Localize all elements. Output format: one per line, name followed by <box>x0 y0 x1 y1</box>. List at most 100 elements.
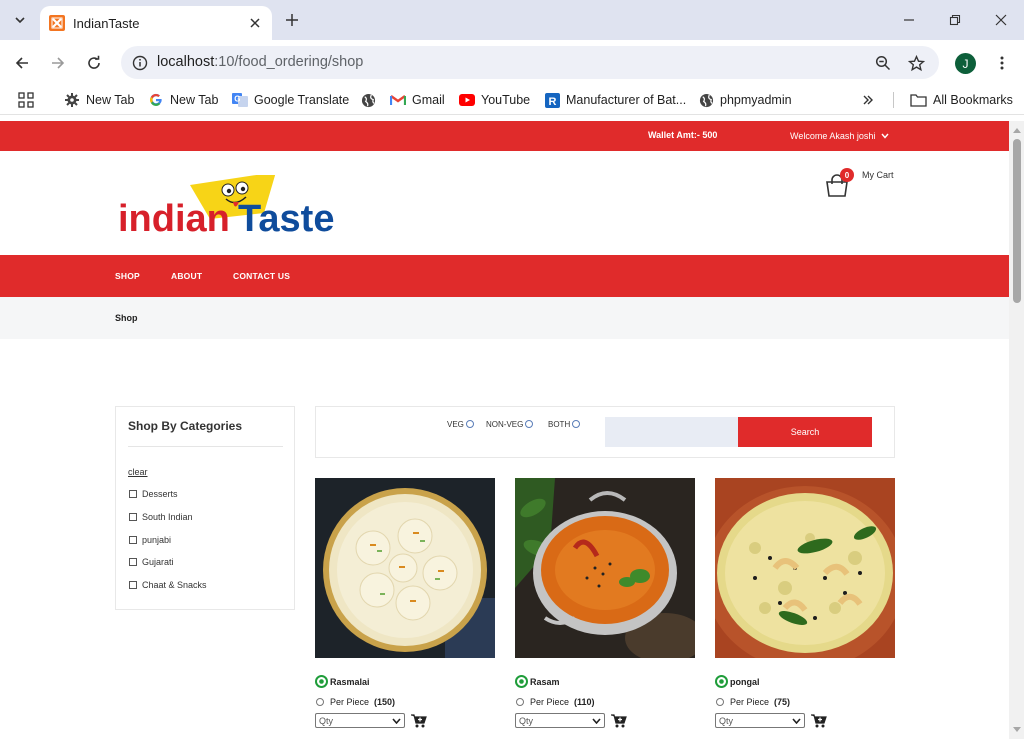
filter-both[interactable]: BOTH <box>548 419 581 429</box>
add-to-cart-icon[interactable] <box>611 713 627 728</box>
logo-text-taste: Taste <box>238 198 334 240</box>
category-checkbox[interactable] <box>129 558 137 566</box>
close-icon <box>250 18 260 28</box>
browser-tabstrip: IndianTaste <box>0 0 1024 40</box>
filter-veg-radio[interactable] <box>465 419 474 428</box>
scroll-down-arrow-icon[interactable] <box>1013 727 1021 732</box>
category-desserts[interactable]: Desserts <box>129 489 178 499</box>
globe-icon <box>698 92 714 108</box>
new-tab-button[interactable] <box>282 10 302 30</box>
price-value: (75) <box>774 697 791 707</box>
bookmarks-overflow-button[interactable] <box>862 90 874 110</box>
browser-menu-button[interactable] <box>992 52 1012 74</box>
clear-filters-link[interactable]: clear <box>128 467 148 477</box>
tab-search-button[interactable] <box>7 8 33 32</box>
minimize-button[interactable] <box>896 8 922 32</box>
bookmark-label: New Tab <box>86 93 135 107</box>
category-gujarati[interactable]: Gujarati <box>129 557 174 567</box>
cart-button[interactable]: 0 My Cart <box>824 168 904 198</box>
site-logo[interactable]: indian Taste <box>118 172 348 245</box>
restore-button[interactable] <box>942 8 968 32</box>
zoom-button[interactable] <box>873 53 893 73</box>
site-info-icon[interactable] <box>130 53 150 73</box>
product-image-pongal[interactable] <box>715 478 895 658</box>
reload-icon <box>88 55 100 69</box>
tab-close-button[interactable] <box>246 14 264 32</box>
search-input[interactable] <box>605 417 739 447</box>
category-sidebar: Shop By Categories clear Desserts South … <box>115 406 295 610</box>
kebab-menu-icon <box>1000 56 1004 70</box>
browser-tab-active[interactable]: IndianTaste <box>40 6 272 40</box>
qty-row: Qty <box>315 713 427 728</box>
back-button[interactable] <box>9 50 35 76</box>
filter-nonveg[interactable]: NON-VEG <box>486 419 534 429</box>
bookmark-youtube[interactable]: YouTube <box>459 90 530 110</box>
add-to-cart-icon[interactable] <box>811 713 827 728</box>
price-value: (150) <box>374 697 396 707</box>
bookmark-label: Manufacturer of Bat... <box>566 93 687 107</box>
all-bookmarks-label: All Bookmarks <box>933 93 1013 107</box>
scrollbar-thumb[interactable] <box>1013 139 1021 303</box>
filter-nonveg-label: NON-VEG <box>486 420 524 429</box>
product-name-text[interactable]: Rasam <box>530 677 560 687</box>
price-option[interactable]: Per Piece (110) <box>515 697 595 707</box>
qty-select[interactable]: Qty <box>715 713 805 728</box>
search-button[interactable]: Search <box>738 417 872 447</box>
main-navbar: SHOP ABOUT CONTACT US <box>0 255 1009 297</box>
price-option[interactable]: Per Piece (150) <box>315 697 395 707</box>
chevron-down-icon <box>792 717 801 724</box>
product-image-rasmalai[interactable] <box>315 478 495 658</box>
category-checkbox[interactable] <box>129 490 137 498</box>
logo-text-indian: indian <box>118 198 230 240</box>
bookmark-google-translate[interactable]: G Google Translate <box>232 90 349 110</box>
bookmark-label: Gmail <box>412 93 445 107</box>
filter-both-radio[interactable] <box>572 419 581 428</box>
gmail-icon <box>390 92 406 108</box>
price-option[interactable]: Per Piece (75) <box>715 697 790 707</box>
product-name-text[interactable]: Rasmalai <box>330 677 370 687</box>
qty-placeholder: Qty <box>319 715 334 726</box>
qty-select[interactable]: Qty <box>515 713 605 728</box>
xampp-favicon-icon <box>49 15 65 31</box>
qty-select[interactable]: Qty <box>315 713 405 728</box>
category-checkbox[interactable] <box>129 513 137 521</box>
close-window-button[interactable] <box>988 8 1014 32</box>
category-chaat-snacks[interactable]: Chaat & Snacks <box>129 580 207 590</box>
page-viewport: Wallet Amt:- 500 Welcome Akash joshi ind… <box>0 121 1009 739</box>
bookmark-star-button[interactable] <box>906 53 926 73</box>
page-scrollbar[interactable] <box>1009 121 1024 739</box>
bookmark-globe[interactable] <box>360 90 382 110</box>
user-menu[interactable]: Welcome Akash joshi <box>790 131 889 141</box>
profile-avatar[interactable]: J <box>955 53 976 74</box>
bookmark-gmail[interactable]: Gmail <box>390 90 445 110</box>
forward-button[interactable] <box>45 50 71 76</box>
apps-button[interactable] <box>18 90 34 110</box>
price-radio[interactable] <box>716 698 724 706</box>
bookmark-label: New Tab <box>170 93 219 107</box>
category-checkbox[interactable] <box>129 536 137 544</box>
category-checkbox[interactable] <box>129 581 137 589</box>
filter-veg[interactable]: VEG <box>447 419 474 429</box>
address-bar[interactable]: localhost:10/food_ordering/shop <box>121 46 939 79</box>
category-south-indian[interactable]: South Indian <box>129 512 193 522</box>
bookmark-new-tab-2[interactable]: New Tab <box>148 90 218 110</box>
bookmark-new-tab-1[interactable]: New Tab <box>64 90 134 110</box>
product-name-text[interactable]: pongal <box>730 677 760 687</box>
reload-button[interactable] <box>81 50 107 76</box>
product-image-rasam[interactable] <box>515 478 695 658</box>
qty-row: Qty <box>715 713 827 728</box>
nav-about[interactable]: ABOUT <box>171 271 202 281</box>
price-radio[interactable] <box>316 698 324 706</box>
add-to-cart-icon[interactable] <box>411 713 427 728</box>
bookmark-phpmyadmin[interactable]: phpmyadmin <box>698 90 792 110</box>
nav-shop[interactable]: SHOP <box>115 271 140 281</box>
nav-contact[interactable]: CONTACT US <box>233 271 290 281</box>
scroll-up-arrow-icon[interactable] <box>1013 128 1021 133</box>
price-radio[interactable] <box>516 698 524 706</box>
bookmark-manufacturer[interactable]: R Manufacturer of Bat... <box>544 90 686 110</box>
url-text[interactable]: localhost:10/food_ordering/shop <box>157 54 363 70</box>
translate-icon: G <box>232 92 248 108</box>
filter-nonveg-radio[interactable] <box>525 419 534 428</box>
category-punjabi[interactable]: punjabi <box>129 535 171 545</box>
all-bookmarks-button[interactable]: All Bookmarks <box>909 90 1013 110</box>
